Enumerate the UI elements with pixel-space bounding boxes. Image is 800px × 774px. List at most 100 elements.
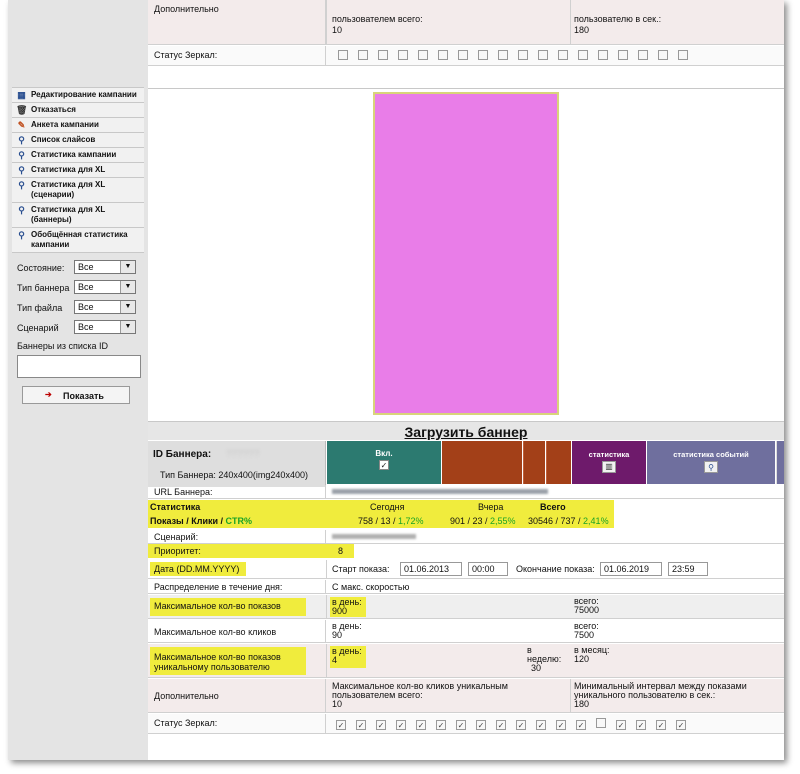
max-shows-label: Максимальное кол-во показов [150, 598, 306, 616]
mirror-checkbox[interactable]: ✓ [516, 720, 526, 730]
magnifier-icon: ⚲ [18, 150, 25, 160]
mirror-checkbox[interactable] [438, 50, 448, 60]
max-unique-week-value[interactable]: 30 [527, 664, 565, 673]
stats-header: Статистика [150, 502, 201, 512]
mirror-checkbox[interactable]: ✓ [436, 720, 446, 730]
max-unique-month-value[interactable]: 120 [574, 655, 610, 664]
mirror-checkbox[interactable] [418, 50, 428, 60]
mirror-checkbox[interactable] [578, 50, 588, 60]
mirror-checkbox[interactable]: ✓ [576, 720, 586, 730]
max-clicks-day-value[interactable]: 90 [332, 631, 362, 640]
stats-yesterday-header: Вчера [478, 502, 504, 512]
max-clicks-unique: Максимальное кол-во кликов уникальным по… [332, 682, 568, 709]
stats-yesterday-values: 901 / 23 / 2,55% [450, 516, 516, 526]
mirror-checkbox[interactable] [498, 50, 508, 60]
chevron-down-icon: ▼ [120, 281, 135, 293]
ids-label: Баннеры из списка ID [17, 341, 109, 351]
state-select[interactable]: Все ▼ [74, 260, 136, 274]
mirror-checkbox[interactable] [478, 50, 488, 60]
distribution-value[interactable]: С макс. скоростью [332, 582, 409, 592]
sidebar-item-campaign-form[interactable]: ✎ Анкета кампании [12, 118, 144, 133]
sidebar-item-label: Анкета кампании [31, 120, 99, 129]
banner-id-value: ?????? [226, 449, 260, 460]
upload-banner-link[interactable]: Загрузить баннер [148, 422, 784, 440]
end-date-input[interactable]: 01.06.2019 [600, 562, 662, 576]
sidebar-item-xl-banners[interactable]: ⚲ Статистика для XL (баннеры) [12, 203, 144, 228]
mirror-checkbox[interactable] [518, 50, 528, 60]
mirror-checkbox[interactable]: ✓ [556, 720, 566, 730]
sidebar-item-label: Статистика для XL (баннеры) [31, 205, 106, 224]
sidebar-item-edit-campaign[interactable]: ▦ Редактирование кампании [12, 88, 144, 103]
banner-type-select[interactable]: Все ▼ [74, 280, 136, 294]
magnifier-icon[interactable]: ⚲ [704, 461, 718, 473]
mirror-checkbox[interactable]: ✓ [456, 720, 466, 730]
mirror-checkbox[interactable] [596, 718, 606, 728]
stats-row-label: Показы / Клики / CTR% [150, 516, 252, 526]
distribution-row: Распределение в течение дня: С макс. ско… [148, 580, 784, 594]
sidebar-item-summary-stats[interactable]: ⚲ Обобщённая статистика кампании [12, 228, 144, 253]
mirror-checkbox[interactable]: ✓ [536, 720, 546, 730]
sidebar-item-label: Список слайсов [31, 135, 96, 144]
mirror-checkbox[interactable] [538, 50, 548, 60]
mirror-checkbox[interactable]: ✓ [376, 720, 386, 730]
mirror-checkbox[interactable] [358, 50, 368, 60]
enabled-checkbox[interactable]: ✓ [379, 460, 389, 470]
max-clicks-total-value[interactable]: 7500 [574, 631, 599, 640]
magnifier-icon: ⚲ [18, 230, 25, 240]
sidebar-item-label: Статистика для XL [31, 165, 106, 174]
mirror-checkbox[interactable]: ✓ [416, 720, 426, 730]
max-unique-day: в день: 4 [330, 646, 366, 668]
file-type-select[interactable]: Все ▼ [74, 300, 136, 314]
max-unique-day-value[interactable]: 4 [332, 656, 364, 665]
max-shows-day-value[interactable]: 900 [332, 607, 364, 616]
start-date-input[interactable]: 01.06.2013 [400, 562, 462, 576]
mirror-checkbox[interactable]: ✓ [476, 720, 486, 730]
ids-textarea[interactable] [17, 355, 141, 378]
mirror-checkbox[interactable] [598, 50, 608, 60]
events-stats-edge [776, 441, 784, 484]
scenario-select[interactable]: Все ▼ [74, 320, 136, 334]
filter-label: Тип баннера [17, 283, 70, 293]
banner-type-value: 240x400(img240x400) [218, 470, 308, 480]
mirror-checkbox[interactable] [558, 50, 568, 60]
mirror-checkbox[interactable] [618, 50, 628, 60]
scenario-label: Сценарий: [148, 530, 326, 543]
max-clicks-row: Максимальное кол-во кликов в день: 90 все… [148, 620, 784, 643]
mirror-checkbox[interactable] [638, 50, 648, 60]
priority-value[interactable]: 8 [338, 546, 343, 556]
mirror-checkbox[interactable] [398, 50, 408, 60]
mirror-checkbox[interactable]: ✓ [396, 720, 406, 730]
show-button[interactable]: ➔ Показать [22, 386, 130, 404]
mirror-checkbox[interactable]: ✓ [616, 720, 626, 730]
events-stats-cell: статистика событий ⚲ [647, 441, 775, 484]
sidebar-item-xl-scenarios[interactable]: ⚲ Статистика для XL (сценарии) [12, 178, 144, 203]
mirror-checkbox[interactable]: ✓ [636, 720, 646, 730]
mirror-checkbox[interactable]: ✓ [336, 720, 346, 730]
arrow-right-icon: ➔ [45, 390, 52, 399]
mirror-label: Статус Зеркал: [148, 714, 326, 733]
start-time-input[interactable]: 00:00 [468, 562, 508, 576]
mirror-checkbox[interactable] [678, 50, 688, 60]
sidebar-item-xl-stats[interactable]: ⚲ Статистика для XL [12, 163, 144, 178]
mirror-checkbox[interactable] [458, 50, 468, 60]
end-time-input[interactable]: 23:59 [668, 562, 708, 576]
sidebar-item-decline[interactable]: 🗑 Отказаться [12, 103, 144, 118]
sidebar-item-slice-list[interactable]: ⚲ Список слайсов [12, 133, 144, 148]
max-clicks-unique-value[interactable]: 10 [332, 700, 568, 709]
stats-cell: статистика ▥ [572, 441, 646, 484]
mirror-checkbox[interactable] [378, 50, 388, 60]
mirror-checkbox[interactable]: ✓ [356, 720, 366, 730]
min-interval-value[interactable]: 180 [574, 700, 780, 709]
mirror-checkbox[interactable]: ✓ [676, 720, 686, 730]
bar-chart-icon[interactable]: ▥ [602, 461, 616, 473]
show-button-label: Показать [63, 391, 104, 401]
toggle-enabled-cell: Вкл. ✓ [327, 441, 441, 484]
sidebar-item-campaign-stats[interactable]: ⚲ Статистика кампании [12, 148, 144, 163]
top-min-interval-text: пользователю в сек.: [574, 14, 662, 24]
scenario-value-redacted [332, 534, 416, 539]
max-shows-total-value[interactable]: 75000 [574, 606, 599, 615]
mirror-checkbox[interactable]: ✓ [656, 720, 666, 730]
mirror-checkbox[interactable] [338, 50, 348, 60]
mirror-checkbox[interactable] [658, 50, 668, 60]
mirror-checkbox[interactable]: ✓ [496, 720, 506, 730]
